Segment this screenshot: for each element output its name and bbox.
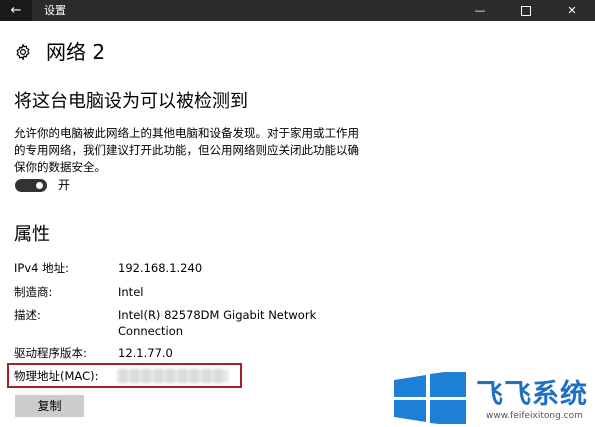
close-button[interactable]: ✕ bbox=[549, 0, 595, 21]
watermark-logo: 飞飞系统 www.feifeixitong.com bbox=[390, 368, 595, 427]
description-label: 描述: bbox=[14, 308, 41, 322]
maximize-icon bbox=[521, 6, 531, 16]
driver-version-value: 12.1.77.0 bbox=[118, 346, 173, 360]
mac-highlight-box bbox=[7, 363, 242, 388]
window-title: 设置 bbox=[44, 4, 66, 17]
driver-version-label: 驱动程序版本: bbox=[14, 346, 87, 360]
discoverable-description: 允许你的电脑被此网络上的其他电脑和设备发现。对于家用或工作用的专用网络，我们建议… bbox=[14, 126, 359, 174]
properties-heading: 属性 bbox=[14, 224, 50, 245]
watermark-url: www.feifeixitong.com bbox=[486, 411, 583, 421]
manufacturer-value: Intel bbox=[118, 285, 144, 299]
discoverable-heading: 将这台电脑设为可以被检测到 bbox=[14, 91, 248, 112]
manufacturer-label: 制造商: bbox=[14, 285, 53, 299]
ipv4-label: IPv4 地址: bbox=[14, 261, 69, 275]
ipv4-value: 192.168.1.240 bbox=[118, 261, 203, 275]
discoverable-toggle[interactable] bbox=[15, 179, 47, 192]
minimize-button[interactable]: — bbox=[457, 0, 503, 21]
toggle-state-label: 开 bbox=[58, 178, 71, 192]
copy-button[interactable]: 复制 bbox=[15, 395, 84, 417]
watermark-brand: 飞飞系统 bbox=[476, 379, 588, 410]
windows-logo-icon bbox=[394, 372, 466, 424]
title-bar: ← 设置 — ✕ bbox=[0, 0, 595, 21]
page-title: 网络 2 bbox=[46, 40, 106, 64]
description-value: Intel(R) 82578DM Gigabit Network Connect… bbox=[118, 308, 317, 338]
back-button[interactable]: ← bbox=[0, 0, 32, 21]
gear-icon bbox=[16, 43, 30, 61]
maximize-button[interactable] bbox=[503, 0, 549, 21]
toggle-knob bbox=[36, 182, 43, 189]
